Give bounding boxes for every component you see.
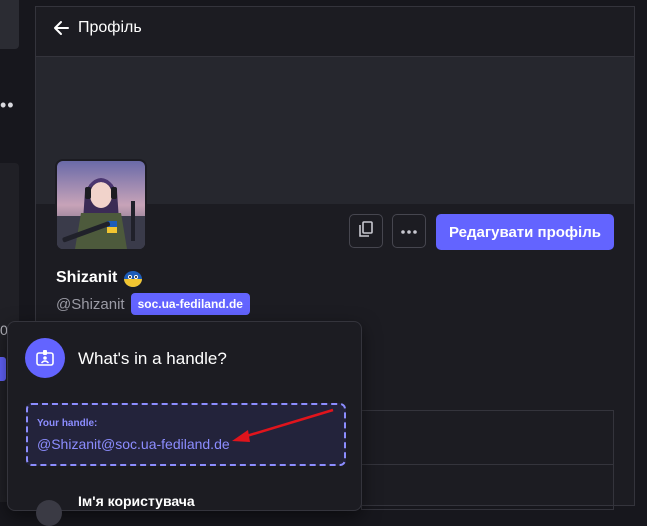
id-card-icon — [25, 338, 65, 378]
divider — [362, 464, 613, 465]
handle-popover: What's in a handle? Your handle: @Shizan… — [7, 321, 362, 526]
display-name-text: Shizanit — [56, 269, 118, 286]
column-header: Профіль — [36, 7, 634, 57]
display-name: Shizanit — [56, 268, 143, 288]
handle-value[interactable]: @Shizanit@soc.ua-fediland.de — [37, 436, 230, 452]
account-domain-badge[interactable]: soc.ua-fediland.de — [130, 293, 250, 315]
user-icon — [36, 500, 62, 526]
popover-title: What's in a handle? — [78, 349, 227, 368]
more-options-button[interactable] — [392, 214, 426, 248]
back-button[interactable]: Профіль — [52, 19, 142, 37]
more-horizontal-icon — [400, 222, 418, 240]
arrow-left-icon — [52, 19, 70, 37]
profile-tabs-panel — [361, 410, 614, 510]
copy-icon — [357, 220, 375, 243]
username-label: Ім'я користувача — [78, 493, 195, 509]
left-sidebar-card — [0, 0, 19, 49]
account-handle: @Shizanit — [56, 295, 125, 313]
username-row: Ім'я користувача — [36, 493, 356, 526]
annotation-arrow-icon — [232, 408, 334, 442]
edit-profile-button[interactable]: Редагувати профіль — [436, 214, 614, 250]
handle-label: Your handle: — [37, 418, 98, 429]
avatar[interactable] — [55, 159, 147, 251]
more-dots-icon[interactable]: •• — [0, 96, 15, 114]
copy-button[interactable] — [349, 214, 383, 248]
ua-flag-blob-emoji-icon — [123, 268, 143, 288]
account-row: @Shizanit soc.ua-fediland.de — [56, 293, 250, 315]
page-title: Профіль — [78, 19, 142, 36]
left-sidebar-button[interactable] — [0, 357, 6, 381]
